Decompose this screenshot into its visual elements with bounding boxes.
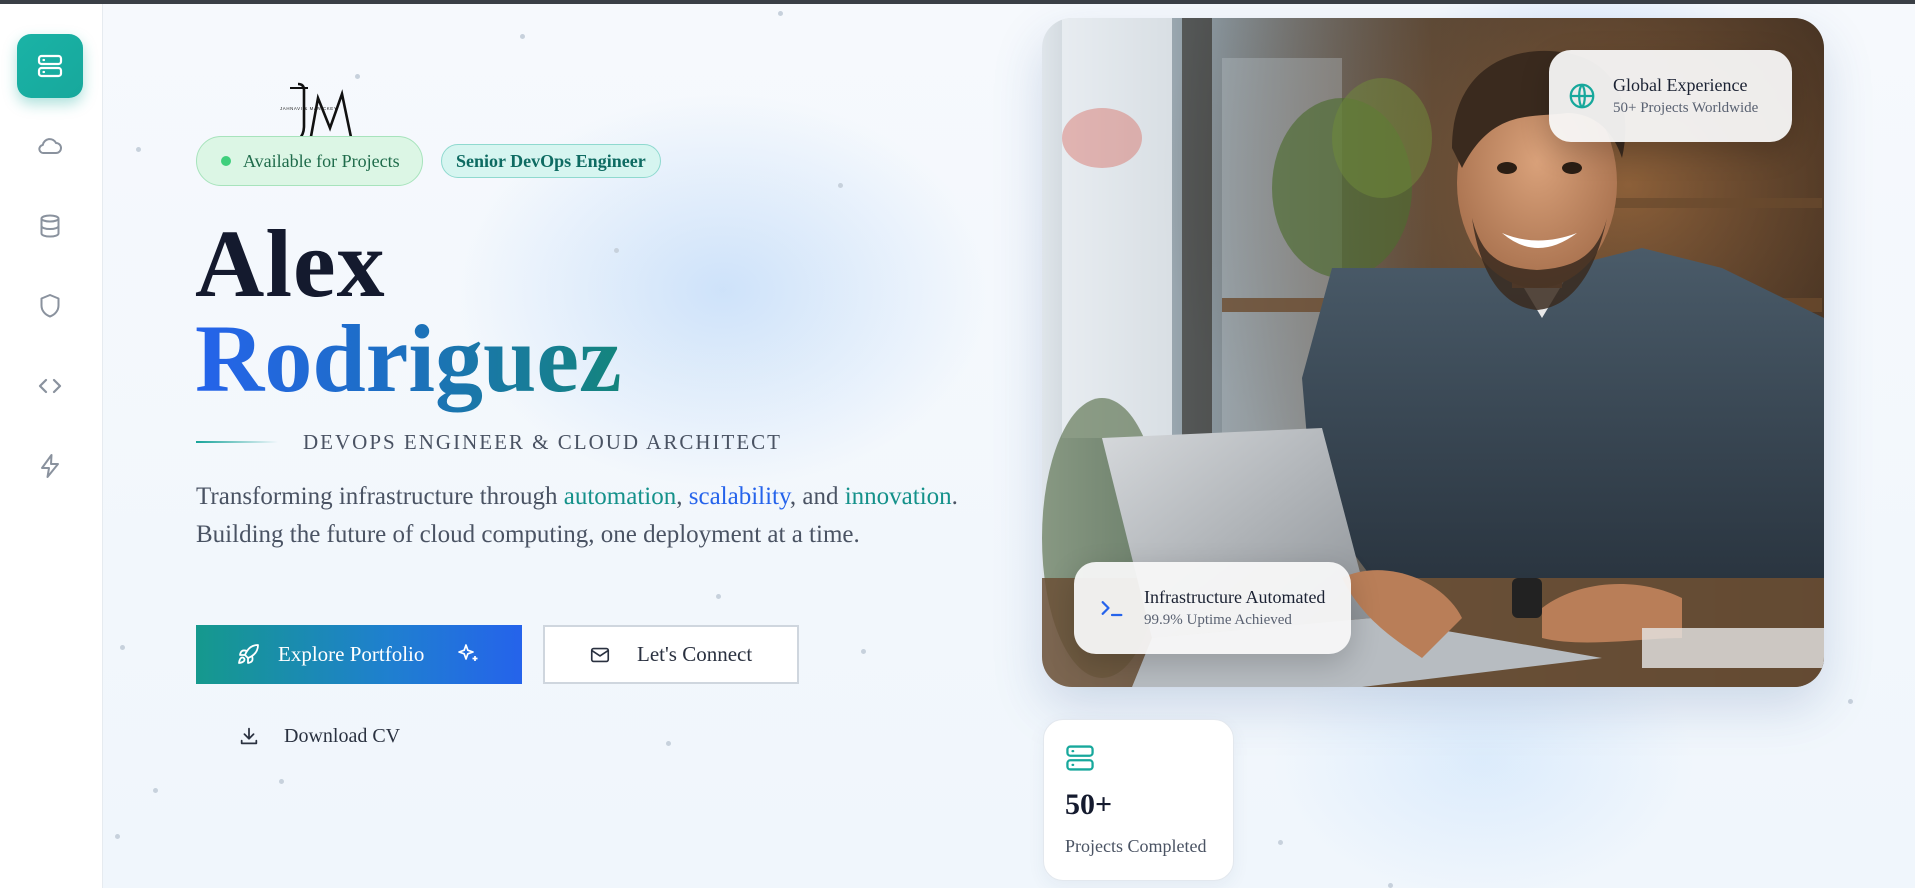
cloud-icon — [38, 138, 62, 155]
sidebar-item-cloud[interactable] — [17, 114, 83, 178]
window-top-bar — [0, 0, 1915, 4]
download-cv-label: Download CV — [284, 724, 401, 747]
server-icon — [37, 54, 63, 78]
sidebar-item-performance[interactable] — [17, 434, 83, 498]
sidebar-item-security[interactable] — [17, 274, 83, 338]
download-icon — [240, 727, 258, 745]
role-badge: Senior DevOps Engineer — [441, 144, 661, 178]
projects-label: Projects Completed — [1065, 836, 1207, 856]
highlight-scalability: scalability — [688, 483, 790, 510]
lightning-icon — [41, 454, 59, 478]
mail-icon — [590, 647, 610, 662]
shield-icon — [40, 294, 60, 318]
hero-first-name: Alex — [195, 210, 386, 317]
status-dot-icon — [221, 156, 231, 166]
code-icon — [38, 378, 62, 394]
sidebar-item-code[interactable] — [17, 354, 83, 418]
download-cv-button[interactable]: Download CV — [238, 720, 400, 752]
hero-description: Transforming infrastructure through auto… — [196, 483, 958, 548]
projects-stat-card: 50+ Projects Completed — [1043, 719, 1234, 881]
role-label: Senior DevOps Engineer — [456, 150, 646, 171]
infrastructure-card: Infrastructure Automated 99.9% Uptime Ac… — [1074, 562, 1351, 654]
globe-icon — [1569, 83, 1595, 109]
logo-lettering: JAHNAVI & MANICKEY — [280, 106, 337, 111]
server-icon — [1066, 745, 1094, 771]
highlight-innovation: innovation — [844, 483, 952, 510]
database-icon — [40, 214, 60, 238]
highlight-automation: automation — [563, 483, 677, 510]
sidebar-item-server[interactable] — [17, 34, 83, 98]
availability-label: Available for Projects — [243, 150, 400, 171]
rocket-icon — [238, 643, 259, 664]
global-experience-card: Global Experience 50+ Projects Worldwide — [1549, 50, 1792, 142]
infrastructure-title: Infrastructure Automated — [1144, 587, 1326, 607]
global-experience-title: Global Experience — [1613, 75, 1748, 95]
sidebar-item-database[interactable] — [17, 194, 83, 258]
explore-portfolio-button[interactable]: Explore Portfolio — [196, 625, 522, 684]
sidebar — [0, 4, 103, 888]
terminal-icon — [1101, 601, 1123, 617]
projects-count: 50+ — [1065, 788, 1113, 821]
global-experience-subtitle: 50+ Projects Worldwide — [1613, 100, 1759, 116]
subtitle-divider — [196, 441, 278, 443]
sparkle-icon — [458, 644, 478, 661]
infrastructure-subtitle: 99.9% Uptime Achieved — [1144, 612, 1292, 628]
explore-portfolio-label: Explore Portfolio — [278, 642, 425, 666]
lets-connect-label: Let's Connect — [637, 642, 753, 666]
lets-connect-button[interactable]: Let's Connect — [543, 625, 799, 684]
hero-last-name: Rodriguez — [195, 305, 622, 412]
availability-badge: Available for Projects — [196, 136, 423, 186]
hero-subtitle: DevOps Engineer & Cloud Architect — [303, 430, 782, 454]
